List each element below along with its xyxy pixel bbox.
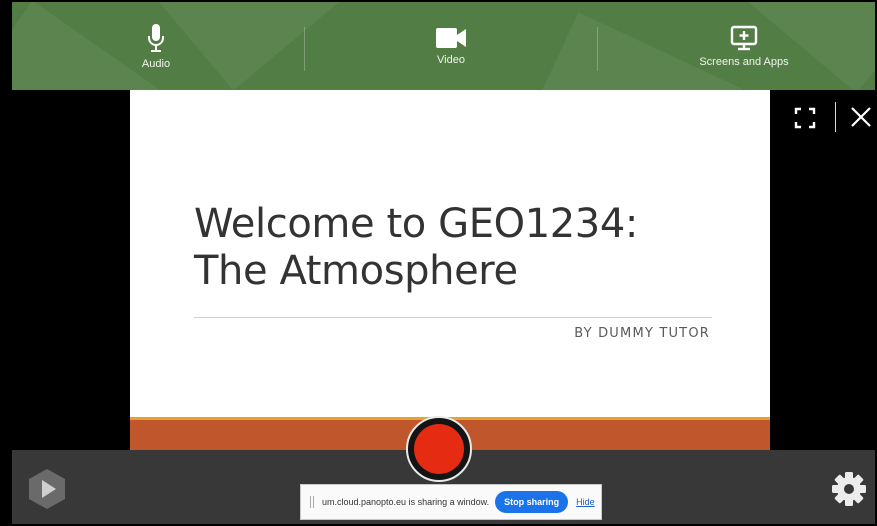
slide-title-line-1: Welcome to GEO1234:	[194, 201, 638, 247]
hide-link[interactable]: Hide	[576, 497, 595, 507]
video-camera-icon	[436, 27, 466, 48]
slide-preview: Welcome to GEO1234: The Atmosphere BY DU…	[130, 90, 770, 450]
expand-icon[interactable]	[794, 107, 816, 129]
preview-stage: Welcome to GEO1234: The Atmosphere BY DU…	[12, 90, 875, 450]
video-label: Video	[437, 53, 465, 66]
panopto-logo-icon	[29, 469, 65, 509]
audio-button[interactable]: Audio	[106, 2, 206, 90]
screen-add-icon	[730, 25, 758, 50]
drag-handle[interactable]	[310, 496, 314, 508]
slide-subtitle: BY DUMMY TUTOR	[574, 326, 710, 341]
close-icon[interactable]	[848, 104, 874, 130]
source-toolbar: Audio Video Screens and Apps	[12, 2, 875, 90]
gear-icon[interactable]	[830, 470, 868, 508]
screens-and-apps-button[interactable]: Screens and Apps	[684, 2, 804, 90]
stage-control-divider	[835, 102, 836, 132]
record-button[interactable]	[406, 416, 472, 482]
microphone-icon	[148, 23, 164, 52]
record-indicator	[414, 424, 464, 474]
video-button[interactable]: Video	[401, 2, 501, 90]
stop-sharing-button[interactable]: Stop sharing	[495, 491, 569, 513]
toolbar-separator	[304, 27, 305, 71]
screens-and-apps-label: Screens and Apps	[699, 55, 789, 68]
sharing-message: um.cloud.panopto.eu is sharing a window.	[322, 497, 490, 507]
recorder-window: Audio Video Screens and Apps Welcome to …	[0, 0, 877, 526]
slide-divider	[194, 317, 712, 318]
slide-title-line-2: The Atmosphere	[194, 248, 518, 294]
slide-title: Welcome to GEO1234: The Atmosphere	[194, 201, 754, 295]
audio-label: Audio	[141, 57, 171, 70]
screen-sharing-notification: um.cloud.panopto.eu is sharing a window.…	[300, 484, 602, 520]
toolbar-separator	[597, 27, 598, 71]
